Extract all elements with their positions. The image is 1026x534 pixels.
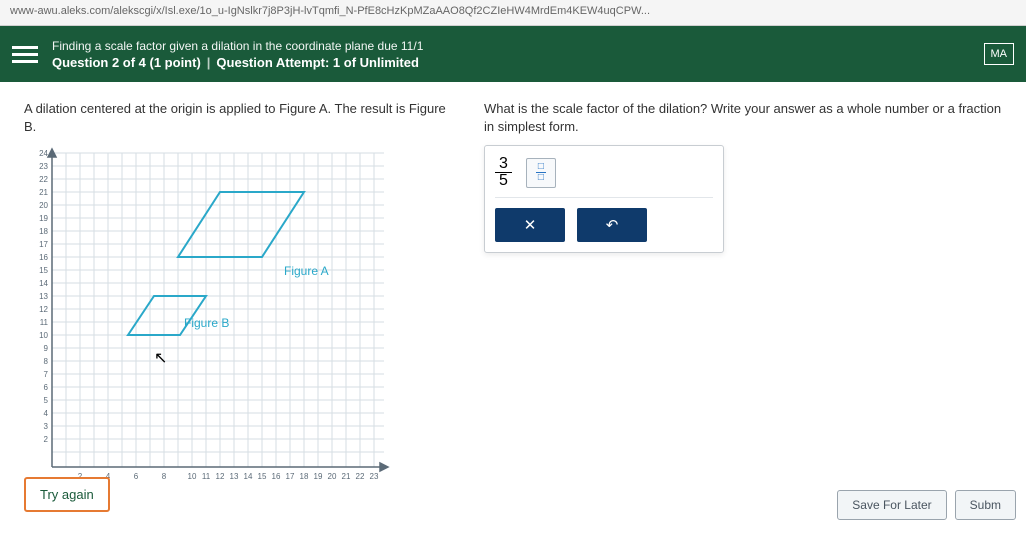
svg-text:8: 8 — [162, 472, 167, 481]
prompt-right: What is the scale factor of the dilation… — [484, 100, 1002, 135]
svg-text:13: 13 — [39, 292, 48, 301]
svg-text:21: 21 — [342, 472, 351, 481]
svg-text:5: 5 — [44, 396, 49, 405]
topic-title: Finding a scale factor given a dilation … — [52, 39, 984, 53]
answer-panel: 3 5 □□ ✕ ↶ — [484, 145, 724, 253]
svg-text:17: 17 — [286, 472, 295, 481]
answer-value[interactable]: 3 5 — [495, 156, 512, 189]
svg-text:16: 16 — [272, 472, 281, 481]
svg-text:24: 24 — [39, 149, 48, 158]
svg-text:8: 8 — [44, 357, 49, 366]
clear-button[interactable]: ✕ — [495, 208, 565, 242]
url-bar: www-awu.aleks.com/alekscgi/x/Isl.exe/1o_… — [0, 0, 1026, 26]
svg-text:2: 2 — [44, 435, 49, 444]
svg-text:13: 13 — [230, 472, 239, 481]
svg-text:22: 22 — [39, 175, 48, 184]
coordinate-graph: Figure A Figure B ↖ 24232221201918171615… — [24, 145, 434, 485]
svg-text:22: 22 — [356, 472, 365, 481]
svg-text:9: 9 — [44, 344, 49, 353]
svg-text:18: 18 — [300, 472, 309, 481]
figure-b-label: Figure B — [184, 316, 229, 330]
svg-text:17: 17 — [39, 240, 48, 249]
svg-text:19: 19 — [314, 472, 323, 481]
svg-text:18: 18 — [39, 227, 48, 236]
svg-text:11: 11 — [40, 318, 49, 327]
content: A dilation centered at the origin is app… — [0, 82, 1026, 534]
svg-text:6: 6 — [44, 383, 49, 392]
submit-button[interactable]: Subm — [955, 490, 1016, 520]
svg-text:20: 20 — [39, 201, 48, 210]
svg-text:14: 14 — [244, 472, 253, 481]
prompt-left: A dilation centered at the origin is app… — [24, 100, 454, 135]
header: Finding a scale factor given a dilation … — [0, 26, 1026, 82]
svg-text:16: 16 — [39, 253, 48, 262]
svg-text:14: 14 — [39, 279, 48, 288]
fraction-tool-button[interactable]: □□ — [526, 158, 556, 188]
svg-text:15: 15 — [258, 472, 267, 481]
svg-text:23: 23 — [370, 472, 379, 481]
svg-text:21: 21 — [39, 188, 48, 197]
figure-a-label: Figure A — [284, 264, 329, 278]
svg-text:12: 12 — [39, 305, 48, 314]
svg-text:3: 3 — [44, 422, 49, 431]
reset-button[interactable]: ↶ — [577, 208, 647, 242]
svg-text:15: 15 — [39, 266, 48, 275]
question-status: Question 2 of 4 (1 point)|Question Attem… — [52, 55, 984, 70]
svg-text:4: 4 — [44, 409, 49, 418]
try-again-button[interactable]: Try again — [24, 477, 110, 512]
save-for-later-button[interactable]: Save For Later — [837, 490, 946, 520]
svg-text:↖: ↖ — [154, 350, 167, 367]
svg-text:7: 7 — [44, 370, 49, 379]
svg-text:12: 12 — [216, 472, 225, 481]
svg-text:10: 10 — [188, 472, 197, 481]
svg-text:6: 6 — [134, 472, 139, 481]
user-badge[interactable]: MA — [984, 43, 1015, 65]
svg-text:19: 19 — [39, 214, 48, 223]
svg-text:20: 20 — [328, 472, 337, 481]
menu-icon[interactable] — [12, 46, 38, 63]
figure-a-shape — [178, 192, 304, 257]
svg-text:11: 11 — [202, 472, 211, 481]
svg-text:23: 23 — [39, 162, 48, 171]
svg-text:10: 10 — [39, 331, 48, 340]
